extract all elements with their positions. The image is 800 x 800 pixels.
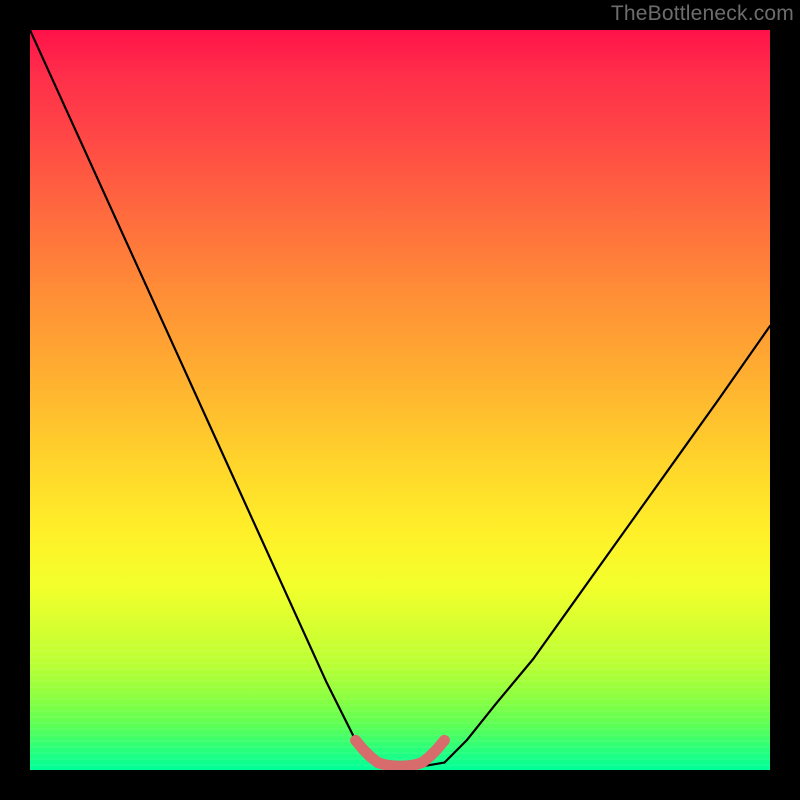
chart-frame: TheBottleneck.com [0, 0, 800, 800]
plot-area [30, 30, 770, 770]
curve-layer [30, 30, 770, 770]
watermark-text: TheBottleneck.com [611, 2, 794, 26]
optimal-zone-marker [356, 740, 445, 766]
bottleneck-curve [30, 30, 770, 766]
